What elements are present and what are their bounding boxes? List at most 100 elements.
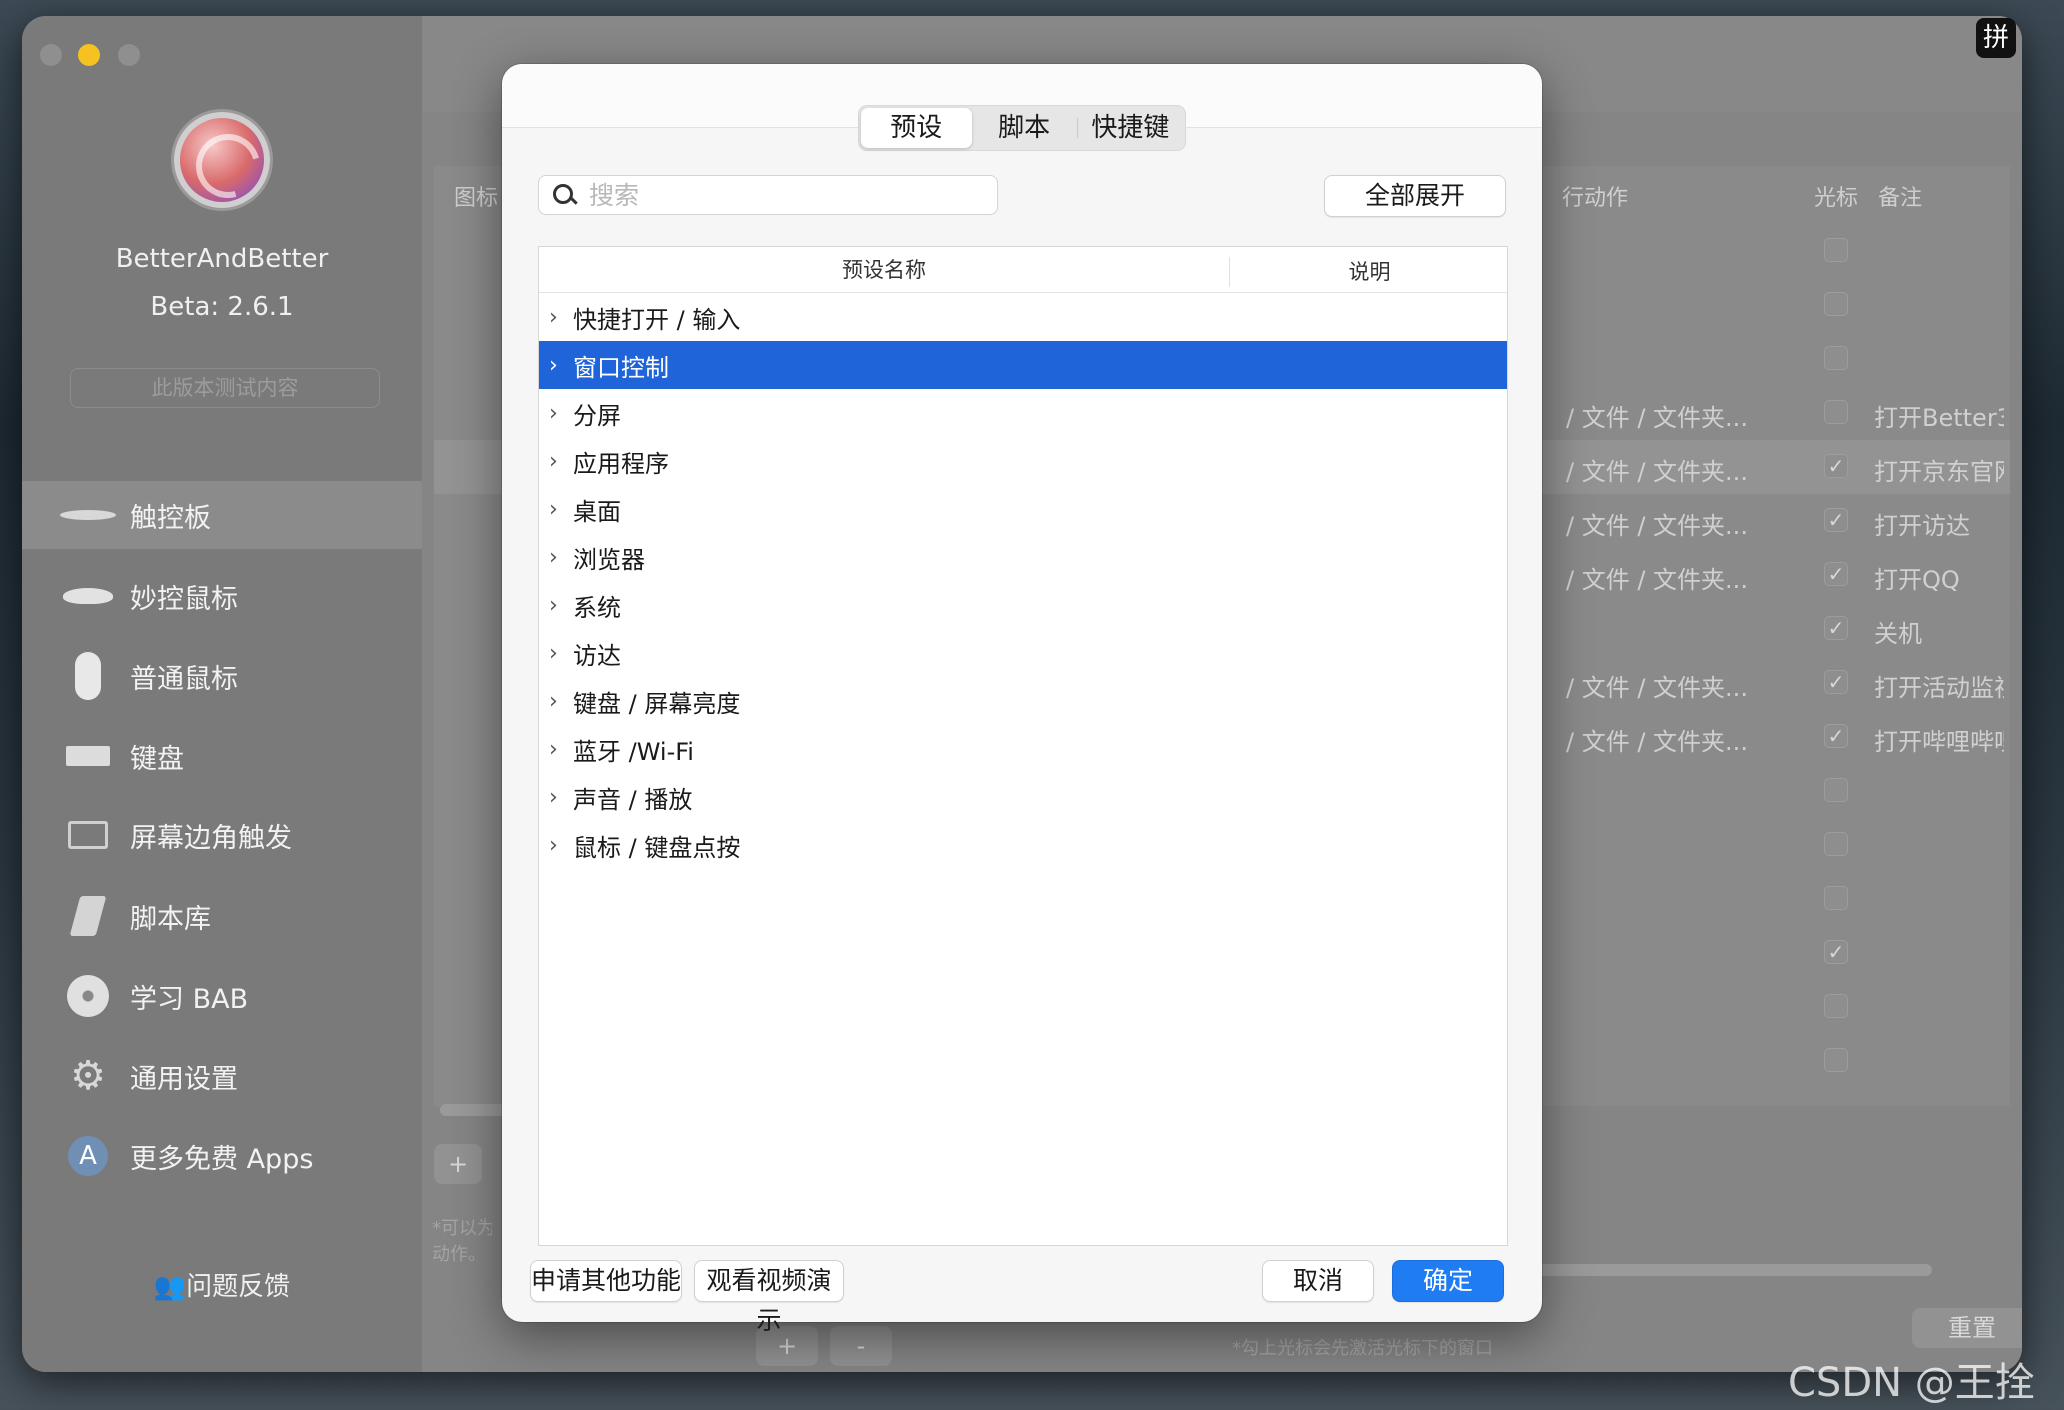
app-version: Beta: 2.6.1 (150, 292, 294, 322)
remove-row-button[interactable]: - (830, 1326, 892, 1366)
disclosure-chevron-icon[interactable]: › (549, 353, 565, 378)
cursor-checkbox[interactable] (1824, 346, 1848, 370)
request-feature-button[interactable]: 申请其他功能 (530, 1260, 682, 1302)
zoom-window-button[interactable] (118, 44, 140, 66)
cursor-checkbox[interactable] (1824, 238, 1848, 262)
sidebar-item-magic-mouse[interactable]: 妙控鼠标 (22, 562, 422, 630)
sidebar: BetterAndBetter Beta: 2.6.1 此版本测试内容 触控板 … (22, 16, 422, 1372)
outline-row[interactable]: › 浏览器 (539, 533, 1507, 581)
note-cell: 打开京东官网 (1874, 458, 2004, 486)
reset-button[interactable]: 重置 (1912, 1308, 2022, 1348)
outline-row[interactable]: › 系统 (539, 581, 1507, 629)
sidebar-item-screen-corners[interactable]: 屏幕边角触发 (22, 801, 422, 869)
disclosure-chevron-icon[interactable]: › (549, 401, 565, 426)
input-method-indicator[interactable]: 拼 (1976, 18, 2016, 58)
sidebar-item-more-apps[interactable]: A 更多免费 Apps (22, 1122, 422, 1190)
outline-row[interactable]: › 访达 (539, 629, 1507, 677)
outline-row[interactable]: › 蓝牙 /Wi-Fi (539, 725, 1507, 773)
column-cursor: 光标 (1814, 186, 1859, 211)
cursor-checkbox[interactable]: ✓ (1824, 454, 1848, 478)
column-preset-name[interactable]: 预设名称 (539, 247, 1229, 293)
sidebar-item-general-settings[interactable]: ⚙ 通用设置 (22, 1042, 422, 1110)
close-window-button[interactable] (40, 44, 62, 66)
outline-row[interactable]: › 鼠标 / 键盘点按 (539, 821, 1507, 869)
confirm-button[interactable]: 确定 (1392, 1260, 1504, 1302)
disclosure-chevron-icon[interactable]: › (549, 833, 565, 858)
watch-video-button[interactable]: 观看视频演示 (694, 1260, 844, 1335)
app-store-icon: A (60, 1136, 116, 1176)
note-cell: 打开哔哩哔哩 (1874, 728, 2004, 756)
sidebar-item-label: 妙控鼠标 (130, 583, 238, 615)
cursor-checkbox[interactable] (1824, 994, 1848, 1018)
outline-row-label: 浏览器 (573, 545, 645, 574)
add-button[interactable]: + (434, 1144, 482, 1184)
outline-row-label: 快捷打开 / 输入 (573, 305, 741, 334)
disclosure-chevron-icon[interactable]: › (549, 737, 565, 762)
disclosure-chevron-icon[interactable]: › (549, 689, 565, 714)
disclosure-chevron-icon[interactable]: › (549, 497, 565, 522)
sidebar-item-trackpad[interactable]: 触控板 (22, 481, 422, 549)
outline-row-label: 鼠标 / 键盘点按 (573, 833, 741, 862)
outline-row[interactable]: › 桌面 (539, 485, 1507, 533)
outline-row[interactable]: › 快捷打开 / 输入 (539, 293, 1507, 341)
cursor-checkbox[interactable]: ✓ (1824, 508, 1848, 532)
disclosure-chevron-icon[interactable]: › (549, 641, 565, 666)
outline-row[interactable]: › 分屏 (539, 389, 1507, 437)
tab-presets[interactable]: 预设 (861, 108, 972, 148)
sidebar-item-script-library[interactable]: 脚本库 (22, 882, 422, 950)
cursor-checkbox[interactable] (1824, 778, 1848, 802)
cursor-checkbox[interactable] (1824, 832, 1848, 856)
column-description[interactable]: 说明 (1229, 257, 1509, 287)
disclosure-chevron-icon[interactable]: › (549, 593, 565, 618)
cursor-checkbox[interactable] (1824, 1048, 1848, 1072)
preset-outline: 预设名称 说明 › 快捷打开 / 输入 › 窗口控制 › 分屏 › 应用程序 › 桌面 › 浏览器 › 系… (538, 246, 1508, 1246)
sidebar-item-keyboard[interactable]: 键盘 (22, 722, 422, 790)
action-cell: / 文件 / 文件夹... (1566, 512, 1748, 540)
script-icon (60, 896, 116, 936)
outline-row[interactable]: › 应用程序 (539, 437, 1507, 485)
search-input[interactable] (589, 180, 969, 210)
cursor-checkbox[interactable] (1824, 400, 1848, 424)
cursor-checkbox[interactable]: ✓ (1824, 940, 1848, 964)
disclosure-chevron-icon[interactable]: › (549, 449, 565, 474)
tab-shortcuts[interactable]: 快捷键 (1078, 108, 1183, 148)
sidebar-item-label: 触控板 (130, 502, 211, 534)
cursor-checkbox[interactable] (1824, 886, 1848, 910)
beta-notes-button[interactable]: 此版本测试内容 (70, 368, 380, 408)
outline-row[interactable]: › 声音 / 播放 (539, 773, 1507, 821)
sidebar-item-label: 脚本库 (130, 903, 211, 935)
outline-row-label: 蓝牙 /Wi-Fi (573, 737, 694, 766)
expand-all-button[interactable]: 全部展开 (1324, 175, 1506, 217)
note-cell: 打开Better3 (1874, 404, 2004, 432)
outline-header: 预设名称 说明 (539, 247, 1507, 293)
feedback-link[interactable]: 👥问题反馈 (22, 1266, 422, 1303)
app-name: BetterAndBetter (115, 244, 329, 274)
cursor-checkbox[interactable]: ✓ (1824, 562, 1848, 586)
tab-scripts[interactable]: 脚本 (972, 108, 1077, 148)
outline-row[interactable]: › 窗口控制 (539, 341, 1507, 389)
sidebar-item-label: 屏幕边角触发 (130, 822, 292, 854)
cursor-checkbox[interactable]: ✓ (1824, 724, 1848, 748)
action-cell: / 文件 / 文件夹... (1566, 728, 1748, 756)
search-field[interactable] (538, 175, 998, 215)
column-note: 备注 (1878, 186, 1923, 211)
cursor-checkbox[interactable]: ✓ (1824, 670, 1848, 694)
tab-bar: 预设 脚本 快捷键 (858, 105, 1186, 151)
cursor-checkbox[interactable]: ✓ (1824, 616, 1848, 640)
minimize-window-button[interactable] (78, 44, 100, 66)
disclosure-chevron-icon[interactable]: › (549, 785, 565, 810)
outline-row[interactable]: › 键盘 / 屏幕亮度 (539, 677, 1507, 725)
app-logo (174, 112, 270, 208)
note-cell: 打开活动监视 (1874, 674, 2004, 702)
keyboard-icon (60, 736, 116, 776)
disclosure-chevron-icon[interactable]: › (549, 305, 565, 330)
cursor-checkbox[interactable] (1824, 292, 1848, 316)
cancel-button[interactable]: 取消 (1262, 1260, 1374, 1302)
note-cell: 关机 (1874, 620, 1922, 648)
sidebar-item-label: 普通鼠标 (130, 663, 238, 695)
sidebar-item-learn[interactable]: 学习 BAB (22, 962, 422, 1030)
sidebar-item-mouse[interactable]: 普通鼠标 (22, 642, 422, 710)
horizontal-scrollbar-right[interactable] (1532, 1264, 1932, 1276)
action-cell: / 文件 / 文件夹... (1566, 566, 1748, 594)
disclosure-chevron-icon[interactable]: › (549, 545, 565, 570)
